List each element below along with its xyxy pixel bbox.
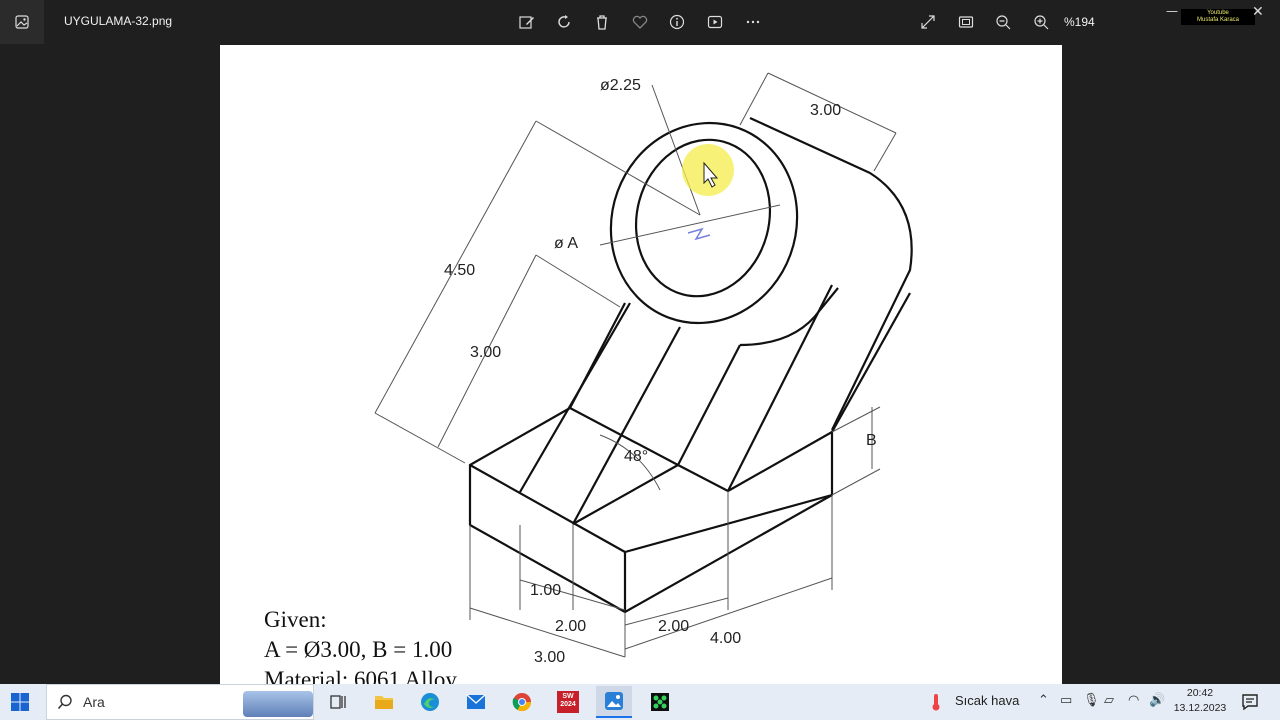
dim-b: B [866,432,877,449]
game-icon[interactable] [642,686,678,718]
dim-base-width: 3.00 [534,649,565,666]
edge-icon[interactable] [412,686,448,718]
chevron-up-icon[interactable]: ⌃ [1038,693,1049,708]
photos-app-icon[interactable] [0,0,44,44]
dim-inner-height: 3.00 [470,344,501,361]
dim-slot-offset: 2.00 [555,618,586,635]
dim-angle: 48° [624,448,648,465]
photos-icon[interactable] [596,686,632,718]
task-view-icon[interactable] [320,686,356,718]
title-bar: UYGULAMA-32.png %194 — Youtube Mustafa K… [0,0,1280,45]
system-clock[interactable]: 20:42 13.12.2023 [1170,686,1230,716]
thermometer-icon[interactable] [930,693,942,711]
clock-date: 13.12.2023 [1173,702,1227,714]
rotate-icon[interactable] [551,8,579,36]
solidworks-badge: 2024 [560,701,576,708]
given-material: Material: 6061 Alloy [264,667,457,685]
channel-overlay: Youtube Mustafa Karaca [1181,9,1255,25]
search-placeholder: Ara [83,694,105,710]
dim-right-offset: 2.00 [658,618,689,635]
search-highlight-image [243,691,313,717]
given-block: Given: A = Ø3.00, B = 1.00 Material: 606… [264,605,457,685]
edit-icon[interactable] [513,8,541,36]
overlay-line-2: Mustafa Karaca [1196,17,1240,23]
more-icon[interactable] [739,8,767,36]
battery-icon[interactable]: ▱ [1104,693,1114,708]
solidworks-icon[interactable]: SW 2024 [550,686,586,718]
dim-overall-height: 4.50 [444,262,475,279]
windows-start-icon[interactable] [10,692,30,712]
slideshow-icon[interactable] [701,8,729,36]
dim-slot-width: 1.00 [530,582,561,599]
zoom-out-icon[interactable] [989,8,1017,36]
given-title: Given: [264,607,327,632]
fit-icon[interactable] [952,8,980,36]
solidworks-label: SW [562,693,574,700]
given-values: A = Ø3.00, B = 1.00 [264,637,453,662]
dim-top-width: 3.00 [810,102,841,119]
delete-icon[interactable] [588,8,616,36]
dim-phi-a: ø A [554,235,578,252]
mail-icon[interactable] [458,686,494,718]
image-canvas[interactable]: ø2.25 3.00 ø A 4.50 3.00 48° B 1.00 2.00… [220,45,1062,685]
annotation-scribble [687,227,711,241]
expand-icon[interactable] [914,8,942,36]
zoom-level[interactable]: %194 [1064,15,1095,29]
favorite-icon[interactable] [626,8,654,36]
zoom-in-icon[interactable] [1027,8,1055,36]
clock-time: 20:42 [1186,687,1214,699]
file-name: UYGULAMA-32.png [64,14,173,28]
volume-icon[interactable]: 🔊 [1149,693,1165,708]
minimize-button[interactable]: — [1166,4,1178,18]
notification-icon[interactable] [1241,693,1259,711]
search-icon [57,694,72,710]
wifi-icon[interactable]: ◠ [1128,693,1139,708]
close-button[interactable]: ✕ [1252,4,1264,20]
overlay-line-1: Youtube [1207,10,1229,16]
technical-drawing: ø2.25 3.00 ø A 4.50 3.00 48° B 1.00 2.00… [374,72,913,666]
info-icon[interactable] [663,8,691,36]
taskbar: Ara SW 2024 Sıcak hava ⌃ ▭ 🎙 ▱ ◠ 🔊 20:42… [0,684,1280,720]
taskbar-search[interactable]: Ara [46,684,314,720]
dim-bore: ø2.25 [600,77,641,94]
device-icon[interactable]: ▭ [1060,693,1072,708]
chrome-icon[interactable] [504,686,540,718]
weather-text[interactable]: Sıcak hava [955,693,1019,708]
file-explorer-icon[interactable] [366,686,402,718]
dim-length: 4.00 [710,630,741,647]
microphone-icon[interactable]: 🎙 [1083,693,1100,708]
